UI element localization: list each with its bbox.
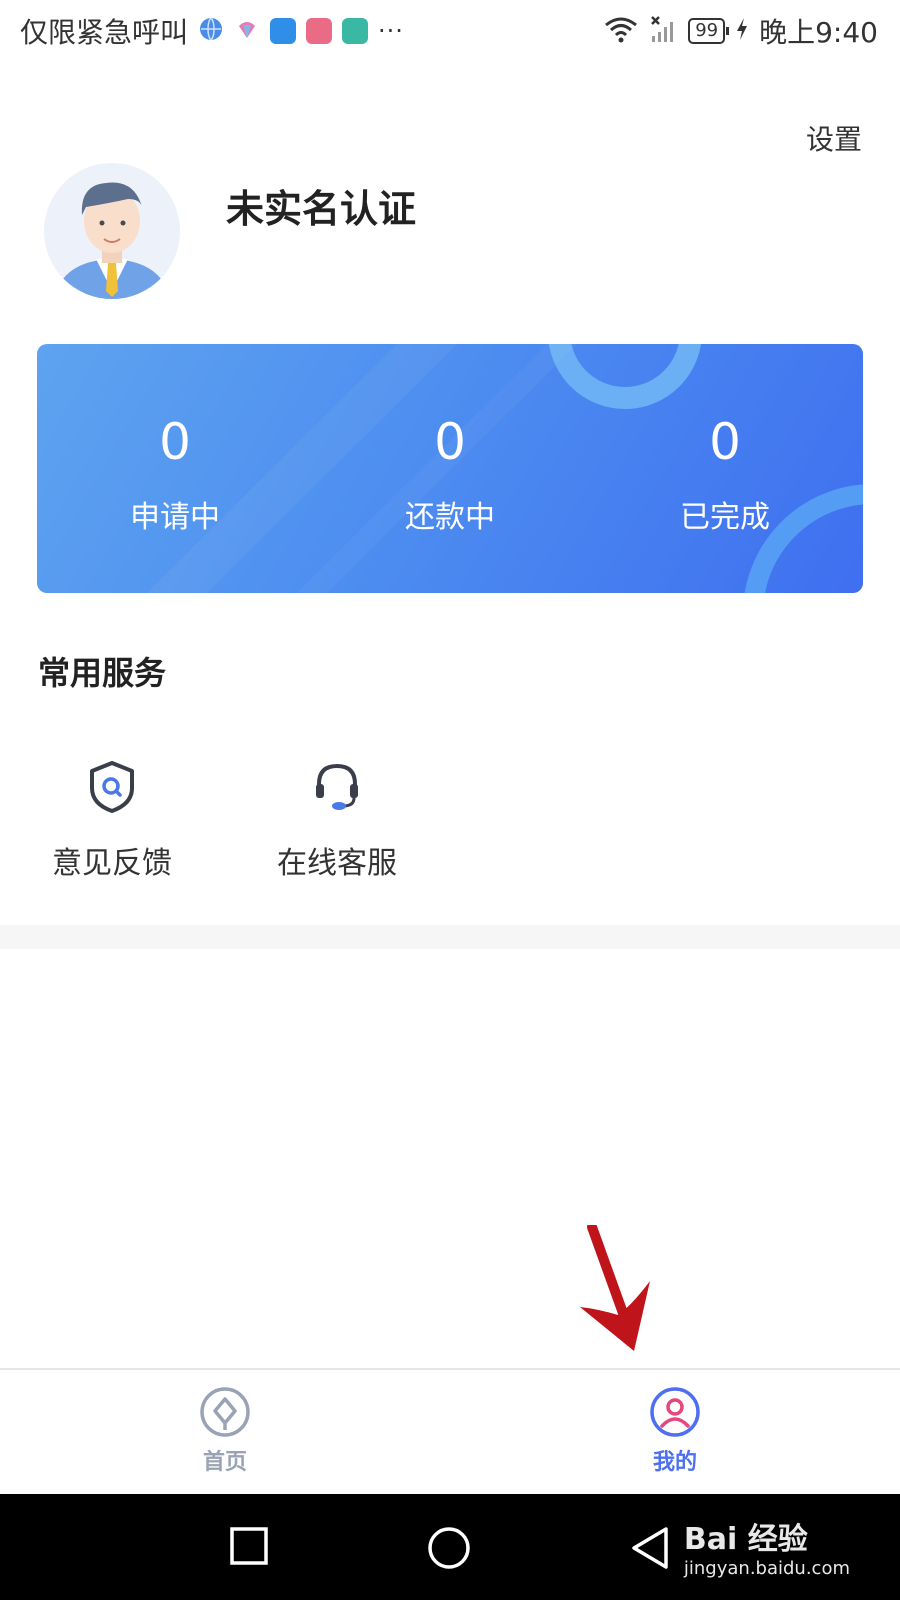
stat-completed[interactable]: 0 已完成 (625, 414, 825, 536)
tab-mine[interactable]: 我的 (615, 1386, 735, 1476)
stat-value: 0 (159, 413, 191, 471)
tab-home[interactable]: 首页 (165, 1386, 285, 1476)
stat-repaying[interactable]: 0 还款中 (350, 414, 550, 536)
battery-icon: 99 (688, 18, 730, 44)
watermark-brand: Bai 经验 (683, 1522, 808, 1557)
stat-value: 0 (434, 413, 466, 471)
no-signal-icon (648, 14, 678, 48)
service-label: 意见反馈 (52, 846, 172, 881)
annotation-arrow-icon (580, 1225, 650, 1351)
app-icon (306, 18, 333, 44)
more-notifications-icon: ··· (378, 17, 404, 45)
app-icon (270, 18, 297, 44)
settings-link[interactable]: 设置 (806, 118, 862, 158)
section-title: 常用服务 (38, 654, 167, 692)
home-button-icon[interactable] (427, 1526, 471, 1570)
stat-label: 申请中 (130, 500, 220, 535)
avatar[interactable] (44, 163, 180, 299)
stat-applying[interactable]: 0 申请中 (75, 414, 275, 536)
stat-label: 还款中 (405, 500, 495, 535)
clock: 晚上9:40 (759, 16, 878, 49)
home-diamond-icon (200, 1387, 250, 1437)
watermark-url: jingyan.baidu.com (683, 1558, 850, 1579)
headset-icon (316, 763, 358, 810)
app-icon (234, 16, 260, 46)
charging-icon (735, 17, 749, 45)
service-feedback[interactable]: 意见反馈 (32, 760, 192, 882)
carrier-text: 仅限紧急呼叫 (20, 16, 189, 49)
browser-icon (198, 16, 224, 46)
stat-label: 已完成 (680, 500, 770, 535)
shield-search-icon (90, 761, 134, 813)
section-divider (0, 925, 900, 949)
baidu-jingyan-watermark: Bai 经验 jingyan.baidu.com (684, 1514, 850, 1579)
status-bar-left: 仅限紧急呼叫 ··· (20, 12, 404, 50)
status-bar-right: 99 晚上9:40 (604, 12, 878, 50)
bottom-tab-bar: 首页 我的 (0, 1368, 900, 1494)
status-bar: 仅限紧急呼叫 ··· 99 晚上9:40 (0, 0, 900, 62)
back-button-icon[interactable] (630, 1526, 670, 1570)
service-label: 在线客服 (277, 846, 397, 881)
service-online-support[interactable]: 在线客服 (257, 760, 417, 882)
avatar-illustration (54, 182, 170, 299)
profile-icon (650, 1387, 700, 1437)
wifi-icon (604, 15, 638, 47)
recent-apps-icon[interactable] (229, 1526, 269, 1566)
tab-label: 首页 (202, 1450, 247, 1475)
stat-value: 0 (709, 413, 741, 471)
verification-status-title[interactable]: 未实名认证 (226, 178, 416, 233)
tab-label: 我的 (652, 1450, 697, 1475)
loan-stats-card: 0 申请中 0 还款中 0 已完成 (37, 344, 863, 593)
system-navigation-bar: Bai 经验 jingyan.baidu.com (0, 1494, 900, 1600)
app-icon (342, 18, 369, 44)
